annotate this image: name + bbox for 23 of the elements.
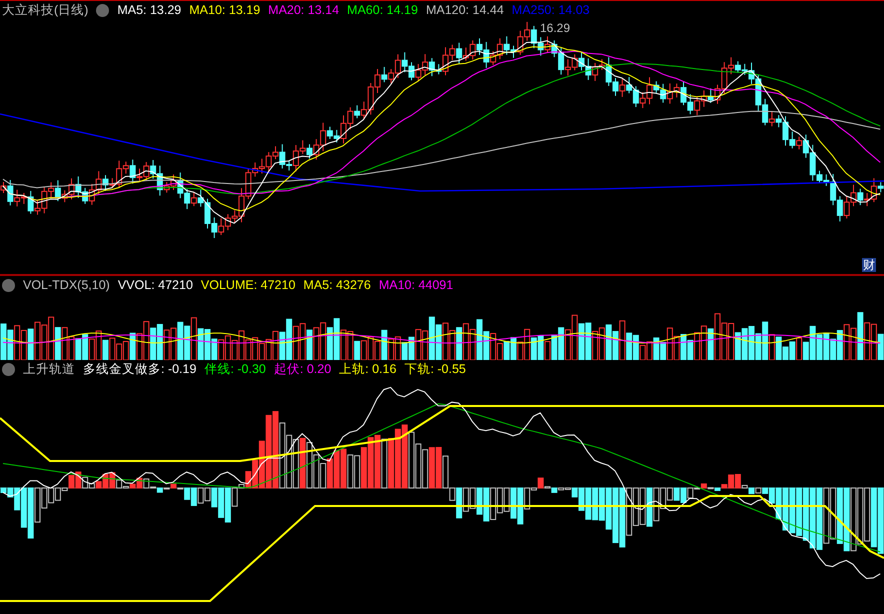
dropdown-icon[interactable] bbox=[96, 4, 110, 16]
indicator-value: MA5: 13.29 bbox=[117, 2, 182, 19]
indicator-value: MA120: 14.44 bbox=[426, 2, 504, 19]
indicator-value: VOLUME: 47210 bbox=[200, 277, 296, 294]
indicator-value: 伴线: -0.30 bbox=[204, 361, 266, 378]
indicator-value: 起伏: 0.20 bbox=[274, 361, 332, 378]
indicator-value: 下轨: -0.55 bbox=[404, 361, 466, 378]
chart-title: 上升轨道 bbox=[23, 361, 75, 378]
price-label: 16.29 bbox=[540, 20, 570, 37]
indicator-value: MA5: 43276 bbox=[303, 277, 371, 294]
dropdown-icon[interactable] bbox=[2, 278, 15, 292]
indicator-value: 上轨: 0.16 bbox=[339, 361, 396, 378]
finance-badge[interactable]: 财 bbox=[862, 258, 876, 272]
indicator-value: MA60: 14.19 bbox=[347, 2, 418, 19]
dropdown-icon[interactable] bbox=[2, 362, 15, 376]
indicator-value: MA250: 14.03 bbox=[512, 2, 590, 19]
indicator-value: 多线金叉做多: -0.19 bbox=[83, 361, 196, 378]
indicator-value: MA20: 13.14 bbox=[268, 2, 340, 19]
indicator-value: VVOL: 47210 bbox=[118, 277, 193, 294]
chart-title: 大立科技(日线) bbox=[2, 2, 88, 19]
indicator-value: MA10: 44091 bbox=[378, 277, 454, 294]
indicator-value: MA10: 13.19 bbox=[189, 2, 260, 19]
chart-title: VOL-TDX(5,10) bbox=[23, 277, 110, 294]
